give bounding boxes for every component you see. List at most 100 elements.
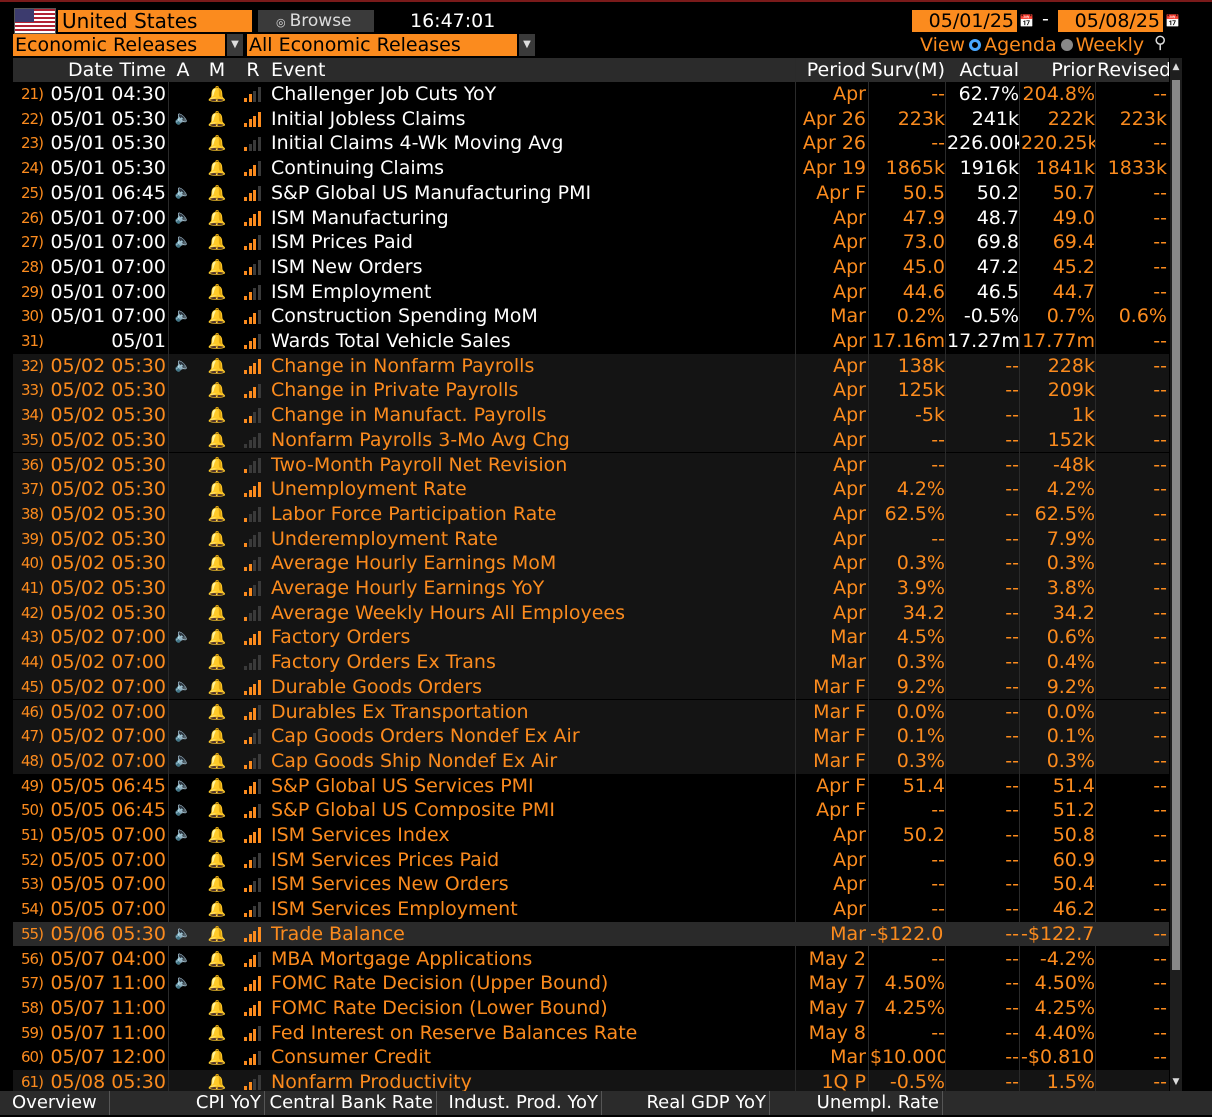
bell-icon[interactable]: 🔔 — [203, 601, 231, 626]
start-calendar-icon[interactable]: 📅 — [1019, 10, 1034, 32]
table-row[interactable]: 29) 05/01 07:00 🔔 ISM Employment Apr 44.6 46.5… — [13, 279, 1169, 305]
bell-icon[interactable]: 🔔 — [203, 996, 231, 1021]
end-date-field[interactable]: 05/08/25 — [1058, 10, 1163, 32]
event-name[interactable]: Cap Goods Orders Nondef Ex Air — [271, 724, 793, 749]
bell-icon[interactable]: 🔔 — [203, 700, 231, 725]
bell-icon[interactable]: 🔔 — [203, 255, 231, 280]
table-row[interactable]: 34) 05/02 05:30 🔔 Change in Manufact. Payro… — [13, 403, 1169, 428]
table-row[interactable]: 57) 05/07 11:00 🔈 🔔 FOMC Rate Decision (Uppe… — [13, 971, 1169, 996]
event-name[interactable]: Change in Private Payrolls — [271, 378, 793, 403]
event-name[interactable]: Durable Goods Orders — [271, 675, 793, 700]
event-name[interactable]: ISM Manufacturing — [271, 206, 793, 231]
tab-real-gdp-yoy[interactable]: Real GDP YoY — [602, 1091, 770, 1115]
bell-icon[interactable]: 🔔 — [203, 1021, 231, 1046]
bell-icon[interactable]: 🔔 — [203, 502, 231, 527]
bell-icon[interactable]: 🔔 — [203, 206, 231, 231]
table-row[interactable]: 30) 05/01 07:00 🔈 🔔 Construction Spending Mo… — [13, 304, 1169, 329]
table-row[interactable]: 51) 05/05 07:00 🔈 🔔 ISM Services Index Apr 50.… — [13, 823, 1169, 848]
speaker-icon[interactable]: 🔈 — [169, 107, 197, 132]
event-name[interactable]: Factory Orders Ex Trans — [271, 650, 793, 675]
category-dropdown[interactable]: Economic Releases — [13, 34, 225, 56]
bell-icon[interactable]: 🔔 — [203, 329, 231, 354]
table-scrollbar[interactable]: ▲ ▼ — [1170, 58, 1182, 1091]
event-name[interactable]: Underemployment Rate — [271, 527, 793, 552]
bell-icon[interactable]: 🔔 — [203, 181, 231, 206]
bell-icon[interactable]: 🔔 — [203, 403, 231, 428]
bell-icon[interactable]: 🔔 — [203, 625, 231, 650]
bell-icon[interactable]: 🔔 — [203, 848, 231, 873]
speaker-icon[interactable]: 🔈 — [169, 922, 197, 947]
speaker-icon[interactable]: 🔈 — [169, 230, 197, 255]
bell-icon[interactable]: 🔔 — [203, 897, 231, 922]
table-row[interactable]: 55) 05/06 05:30🔈🔔 Trade Balance Mar-$122.0b… — [13, 921, 1169, 947]
col-prior[interactable]: Prior — [1021, 58, 1095, 82]
agenda-radio[interactable] — [969, 38, 982, 51]
table-row[interactable]: 36) 05/02 05:30 🔔 Two-Month Payroll Net Rev… — [13, 452, 1169, 478]
event-name[interactable]: ISM Prices Paid — [271, 230, 793, 255]
speaker-icon[interactable]: 🔈 — [169, 724, 197, 749]
event-name[interactable]: ISM Employment — [271, 280, 793, 305]
table-row[interactable]: 24) 05/01 05:30 🔔 Continuing Claims Apr 19 18… — [13, 156, 1169, 181]
table-row[interactable]: 41) 05/02 05:30 🔔 Average Hourly Earnings Y… — [13, 576, 1169, 601]
table-row[interactable]: 40) 05/02 05:30 🔔 Average Hourly Earnings M… — [13, 551, 1169, 576]
table-row[interactable]: 60) 05/07 12:00 🔔 Consumer Credit Mar $10.000… — [13, 1045, 1169, 1070]
table-row[interactable]: 27) 05/01 07:00 🔈 🔔 ISM Prices Paid Apr 73.0 69… — [13, 230, 1169, 255]
event-name[interactable]: Factory Orders — [271, 625, 793, 650]
event-name[interactable]: Initial Jobless Claims — [271, 107, 793, 132]
bell-icon[interactable]: 🔔 — [203, 675, 231, 700]
bell-icon[interactable]: 🔔 — [203, 453, 231, 478]
bell-icon[interactable]: 🔔 — [203, 971, 231, 996]
country-field[interactable]: United States — [58, 10, 252, 32]
speaker-icon[interactable]: 🔈 — [169, 774, 197, 799]
table-row[interactable]: 39) 05/02 05:30 🔔 Underemployment Rate Apr --… — [13, 526, 1169, 552]
event-name[interactable]: FOMC Rate Decision (Lower Bound) — [271, 996, 793, 1021]
event-name[interactable]: Two-Month Payroll Net Revision — [271, 453, 793, 478]
table-row[interactable]: 47) 05/02 07:00 🔈 🔔 Cap Goods Orders Nondef … — [13, 724, 1169, 749]
bell-icon[interactable]: 🔔 — [203, 378, 231, 403]
event-name[interactable]: S&P Global US Services PMI — [271, 774, 793, 799]
event-name[interactable]: Change in Manufact. Payrolls — [271, 403, 793, 428]
table-row[interactable]: 53) 05/05 07:00 🔔 ISM Services New Orders Ap… — [13, 872, 1169, 898]
col-survey[interactable]: Surv(M) — [870, 58, 945, 82]
table-row[interactable]: 58) 05/07 11:00 🔔 FOMC Rate Decision (Lower… — [13, 995, 1169, 1021]
event-name[interactable]: Nonfarm Productivity — [271, 1070, 793, 1091]
event-name[interactable]: ISM Services Prices Paid — [271, 848, 793, 873]
subcategory-dropdown-arrow-icon[interactable]: ▼ — [519, 34, 535, 56]
speaker-icon[interactable]: 🔈 — [169, 971, 197, 996]
bell-icon[interactable]: 🔔 — [203, 230, 231, 255]
table-row[interactable]: 45) 05/02 07:00 🔈 🔔 Durable Goods Orders Mar … — [13, 674, 1169, 700]
event-name[interactable]: Labor Force Participation Rate — [271, 502, 793, 527]
bell-icon[interactable]: 🔔 — [203, 749, 231, 774]
col-period[interactable]: Period — [796, 58, 866, 82]
speaker-icon[interactable]: 🔈 — [169, 823, 197, 848]
event-name[interactable]: Average Hourly Earnings YoY — [271, 576, 793, 601]
event-name[interactable]: S&P Global US Composite PMI — [271, 798, 793, 823]
tab-indust-prod-yoy[interactable]: Indust. Prod. YoY — [437, 1091, 602, 1115]
event-name[interactable]: Change in Nonfarm Payrolls — [271, 354, 793, 379]
event-name[interactable]: FOMC Rate Decision (Upper Bound) — [271, 971, 793, 996]
col-audio[interactable]: A — [169, 58, 197, 82]
table-row[interactable]: 33) 05/02 05:30 🔔 Change in Private Payroll… — [13, 378, 1169, 404]
table-row[interactable]: 59) 05/07 11:00 🔔 Fed Interest on Reserve B… — [13, 1020, 1169, 1046]
event-name[interactable]: Continuing Claims — [271, 156, 793, 181]
tab-overview[interactable]: Overview — [0, 1091, 110, 1115]
table-row[interactable]: 31) 05/01 🔔 Wards Total Vehicle Sales Apr 17.… — [13, 329, 1169, 354]
col-alert[interactable]: M — [203, 58, 231, 82]
end-calendar-icon[interactable]: 📅 — [1165, 10, 1180, 32]
event-name[interactable]: Wards Total Vehicle Sales — [271, 329, 793, 354]
search-settings-icon[interactable]: ⚲ — [1154, 33, 1166, 53]
bell-icon[interactable]: 🔔 — [203, 1045, 231, 1070]
speaker-icon[interactable]: 🔈 — [169, 181, 197, 206]
event-name[interactable]: Unemployment Rate — [271, 477, 793, 502]
category-dropdown-arrow-icon[interactable]: ▼ — [227, 34, 243, 56]
weekly-label[interactable]: Weekly — [1076, 34, 1145, 56]
table-row[interactable]: 42) 05/02 05:30 🔔 Average Weekly Hours All … — [13, 600, 1169, 626]
table-row[interactable]: 43) 05/02 07:00 🔈 🔔 Factory Orders Mar 4.5% -- 0… — [13, 625, 1169, 651]
event-name[interactable]: S&P Global US Manufacturing PMI — [271, 181, 793, 206]
weekly-radio[interactable] — [1060, 38, 1073, 51]
table-row[interactable]: 35) 05/02 05:30 🔔 Nonfarm Payrolls 3-Mo Avg… — [13, 427, 1169, 453]
event-name[interactable]: Average Weekly Hours All Employees — [271, 601, 793, 626]
bell-icon[interactable]: 🔔 — [203, 1070, 231, 1091]
event-name[interactable]: Durables Ex Transportation — [271, 700, 793, 725]
table-row[interactable]: 21) 05/01 04:30 🔔 Challenger Job Cuts YoY Ap… — [13, 82, 1169, 107]
